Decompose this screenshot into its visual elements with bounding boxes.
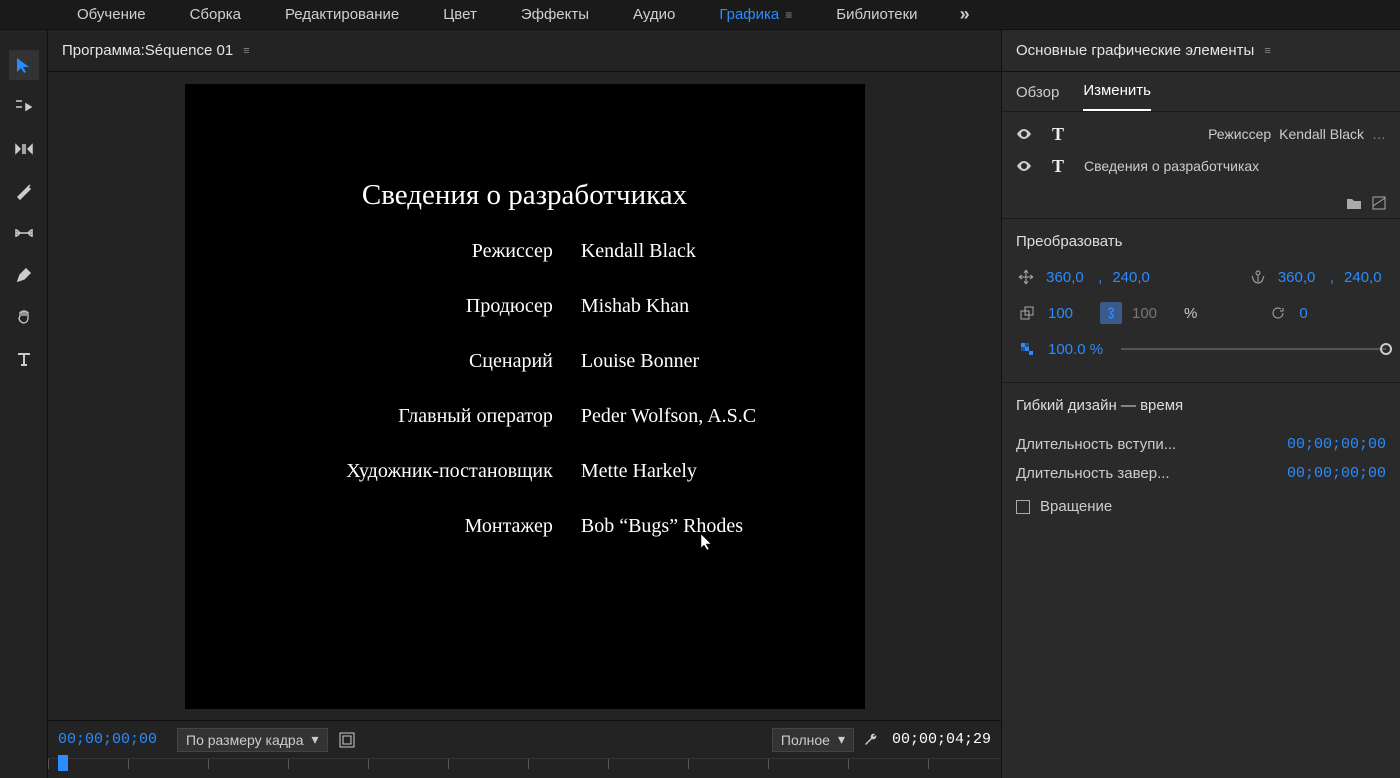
credit-row: РежиссерKendall Black	[293, 240, 756, 263]
new-layer-icon[interactable]	[1372, 196, 1386, 210]
eg-tab-edit[interactable]: Изменить	[1083, 82, 1151, 111]
outro-duration-row: Длительность завер... 00;00;00;00	[1016, 459, 1386, 488]
eg-tabs: Обзор Изменить	[1002, 72, 1400, 112]
text-layer-icon: T	[1046, 156, 1070, 177]
slider-knob[interactable]	[1380, 343, 1392, 355]
position-x[interactable]: 360,0	[1046, 269, 1088, 286]
timeline-ruler[interactable]	[48, 758, 1001, 778]
rotation-value[interactable]: 0	[1299, 305, 1341, 322]
credit-row: МонтажерBob “Bugs” Rhodes	[293, 515, 756, 538]
intro-duration-row: Длительность вступи... 00;00;00;00	[1016, 430, 1386, 459]
tab-color[interactable]: Цвет	[421, 0, 499, 30]
chevron-down-icon: ▾	[838, 731, 845, 748]
eg-panel-title: Основные графические элементы ≡	[1002, 30, 1400, 72]
roll-checkbox[interactable]	[1016, 500, 1030, 514]
tab-assembly[interactable]: Сборка	[168, 0, 263, 30]
position-icon	[1016, 266, 1036, 288]
tab-learn[interactable]: Обучение	[55, 0, 168, 30]
track-select-tool[interactable]	[9, 92, 39, 122]
credit-row: Главный операторPeder Wolfson, A.S.C	[293, 405, 756, 428]
credit-row: СценарийLouise Bonner	[293, 350, 756, 373]
scale-width[interactable]: 100	[1048, 305, 1090, 322]
intro-label: Длительность вступи...	[1016, 436, 1176, 453]
zoom-dropdown[interactable]: По размеру кадра ▾	[177, 728, 328, 752]
intro-value[interactable]: 00;00;00;00	[1287, 436, 1386, 453]
timecode-in[interactable]: 00;00;00;00	[58, 731, 157, 748]
ellipsis-icon: …	[1372, 126, 1386, 142]
position-y[interactable]: 240,0	[1112, 269, 1154, 286]
layer-label: Сведения о разработчиках	[1084, 158, 1259, 174]
credits-title: Сведения о разработчиках	[362, 179, 687, 212]
tools-panel	[0, 30, 48, 778]
hamburger-icon: ≡	[785, 8, 792, 22]
tab-effects[interactable]: Эффекты	[499, 0, 611, 30]
opacity-slider[interactable]	[1121, 348, 1386, 350]
comma: ,	[1330, 269, 1334, 286]
workspace-tabs: Обучение Сборка Редактирование Цвет Эффе…	[0, 0, 1400, 30]
chevron-down-icon: ▾	[312, 731, 319, 748]
comma: ,	[1098, 269, 1102, 286]
program-viewport[interactable]: Сведения о разработчиках РежиссерKendall…	[48, 72, 1001, 720]
text-layer-icon: T	[1046, 124, 1070, 145]
sequence-name: Séquence 01	[145, 42, 233, 59]
eg-tab-browse[interactable]: Обзор	[1016, 84, 1059, 111]
anchor-y[interactable]: 240,0	[1344, 269, 1386, 286]
rotation-icon	[1267, 302, 1289, 324]
video-frame: Сведения о разработчиках РежиссерKendall…	[185, 84, 865, 709]
ripple-edit-tool[interactable]	[9, 134, 39, 164]
transform-section: Преобразовать 360,0 , 240,0 360,0 , 240,…	[1002, 219, 1400, 383]
responsive-title: Гибкий дизайн — время	[1016, 397, 1386, 414]
layer-tools	[1002, 188, 1400, 219]
tab-editing[interactable]: Редактирование	[263, 0, 421, 30]
panel-menu-icon[interactable]: ≡	[1264, 45, 1270, 57]
anchor-icon	[1248, 266, 1268, 288]
anchor-x[interactable]: 360,0	[1278, 269, 1320, 286]
tab-audio[interactable]: Аудио	[611, 0, 697, 30]
essential-graphics-panel: Основные графические элементы ≡ Обзор Из…	[1002, 30, 1400, 778]
opacity-icon	[1016, 338, 1038, 360]
layer-item[interactable]: T Режиссер Kendall Black …	[1002, 118, 1400, 150]
visibility-icon[interactable]	[1016, 160, 1032, 172]
slip-tool[interactable]	[9, 218, 39, 248]
layer-list: T Режиссер Kendall Black … T Сведения о …	[1002, 112, 1400, 188]
program-monitor: Программа: Séquence 01 ≡ Сведения о разр…	[48, 30, 1002, 778]
program-panel-title: Программа: Séquence 01 ≡	[48, 30, 1001, 72]
program-title-prefix: Программа:	[62, 42, 145, 59]
selection-tool[interactable]	[9, 50, 39, 80]
mouse-cursor-icon	[699, 532, 715, 552]
outro-label: Длительность завер...	[1016, 465, 1170, 482]
credit-row: ПродюсерMishab Khan	[293, 295, 756, 318]
credit-row: Художник-постановщикMette Harkely	[293, 460, 756, 483]
scale-height: 100	[1132, 305, 1174, 322]
hand-tool[interactable]	[9, 302, 39, 332]
scale-icon	[1016, 302, 1038, 324]
resolution-dropdown[interactable]: Полное ▾	[772, 728, 854, 752]
roll-label: Вращение	[1040, 498, 1112, 515]
outro-value[interactable]: 00;00;00;00	[1287, 465, 1386, 482]
transform-title: Преобразовать	[1016, 233, 1386, 250]
opacity-value[interactable]: 100.0 %	[1048, 341, 1103, 358]
tab-libraries[interactable]: Библиотеки	[814, 0, 939, 30]
percent-label: %	[1184, 305, 1197, 322]
type-tool[interactable]	[9, 344, 39, 374]
visibility-icon[interactable]	[1016, 128, 1032, 140]
roll-checkbox-row[interactable]: Вращение	[1016, 498, 1386, 515]
layer-item[interactable]: T Сведения о разработчиках	[1002, 150, 1400, 182]
overflow-icon[interactable]: »	[960, 4, 970, 25]
razor-tool[interactable]	[9, 176, 39, 206]
program-footer: 00;00;00;00 По размеру кадра ▾ Полное ▾ …	[48, 720, 1001, 758]
wrench-icon[interactable]	[862, 731, 880, 749]
layer-name: Kendall Black	[1279, 126, 1364, 142]
layer-role: Режиссер	[1208, 126, 1271, 142]
tab-graphics[interactable]: Графика≡	[697, 0, 814, 30]
timecode-out[interactable]: 00;00;04;29	[892, 731, 991, 748]
new-layer-folder-icon[interactable]	[1346, 196, 1362, 210]
panel-menu-icon[interactable]: ≡	[243, 45, 249, 57]
safe-margins-icon[interactable]	[338, 731, 356, 749]
credits-list: РежиссерKendall Black ПродюсерMishab Kha…	[293, 240, 756, 538]
link-icon[interactable]	[1100, 302, 1122, 324]
playhead[interactable]	[58, 755, 68, 771]
responsive-section: Гибкий дизайн — время Длительность вступ…	[1002, 383, 1400, 523]
pen-tool[interactable]	[9, 260, 39, 290]
